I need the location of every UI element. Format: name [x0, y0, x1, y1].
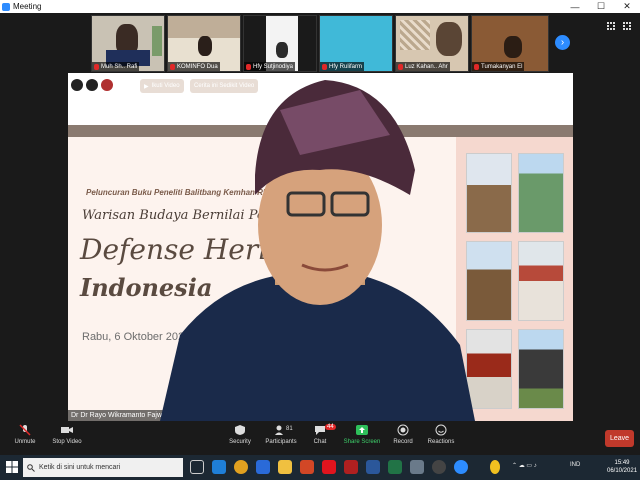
- maximize-button[interactable]: ☐: [588, 0, 614, 13]
- record-icon[interactable]: [101, 79, 113, 91]
- file-explorer-icon[interactable]: [278, 460, 292, 474]
- chat-badge: 44: [325, 424, 336, 430]
- muted-mic-icon: [322, 63, 327, 70]
- participant-thumbnail[interactable]: Tumakanyan El: [471, 15, 549, 72]
- taskbar-search-input[interactable]: Ketik di sini untuk mencari: [23, 458, 183, 477]
- windows-start-icon[interactable]: [6, 461, 18, 473]
- youtube-icon[interactable]: [322, 460, 336, 474]
- view-options[interactable]: [607, 22, 637, 34]
- leave-button[interactable]: Leave: [605, 430, 634, 447]
- share-screen-icon: [356, 425, 368, 435]
- zoom-taskbar-icon[interactable]: [432, 460, 446, 474]
- word-icon[interactable]: [366, 460, 380, 474]
- slide-control-icon[interactable]: [71, 79, 83, 91]
- heritage-photo: [518, 241, 564, 321]
- chrome-icon[interactable]: [234, 460, 248, 474]
- participant-name: Luz Kahan.. Ahr: [405, 63, 448, 70]
- video-camera-icon: [61, 427, 73, 433]
- participant-name: Tumakanyan El: [481, 63, 523, 70]
- reactions-button[interactable]: Reactions: [416, 424, 466, 454]
- participant-name: Hfy Sutjinodiya: [253, 63, 294, 70]
- acrobat-icon[interactable]: [344, 460, 358, 474]
- muted-mic-icon: [94, 63, 99, 70]
- next-page-icon[interactable]: ›: [555, 35, 570, 50]
- weather-icon: [490, 460, 500, 474]
- participant-name: Hfy Rulifarm: [329, 63, 363, 70]
- excel-icon[interactable]: [388, 460, 402, 474]
- windows-taskbar: Ketik di sini untuk mencari ⌃ ☁ ▭ ♪ IND …: [0, 455, 640, 480]
- muted-mic-icon: [474, 63, 479, 70]
- participant-strip: Muh Sh.. Rafi KOMINFO Dua Hfy Sutjinodiy…: [0, 13, 640, 72]
- close-button[interactable]: ✕: [614, 0, 640, 13]
- participant-thumbnail[interactable]: Luz Kahan.. Ahr: [395, 15, 469, 72]
- participant-name: Muh Sh.. Rafi: [101, 63, 138, 70]
- zoom-app-icon: [2, 2, 10, 11]
- slide-control-icon[interactable]: [86, 79, 98, 91]
- muted-mic-icon: [170, 63, 175, 70]
- more-icon[interactable]: [623, 22, 631, 30]
- edge-icon[interactable]: [212, 460, 226, 474]
- system-tray-icons[interactable]: ⌃ ☁ ▭ ♪: [512, 462, 537, 469]
- participant-thumbnail[interactable]: Hfy Sutjinodiya: [243, 15, 317, 72]
- speaker-video: [160, 80, 475, 421]
- smiley-icon: [435, 424, 447, 436]
- muted-mic-icon: [398, 63, 403, 70]
- language-indicator[interactable]: IND: [570, 462, 580, 468]
- window-title: Meeting: [13, 2, 42, 11]
- title-bar: Meeting — ☐ ✕: [0, 0, 640, 13]
- participant-thumbnail[interactable]: Hfy Rulifarm: [319, 15, 393, 72]
- participant-thumbnail[interactable]: KOMINFO Dua: [167, 15, 241, 72]
- participants-count: 81: [286, 426, 293, 432]
- powerpoint-icon[interactable]: [300, 460, 314, 474]
- muted-mic-icon: [246, 63, 251, 70]
- participant-thumbnail[interactable]: Muh Sh.. Rafi: [91, 15, 165, 72]
- meeting-toolbar: Unmute Stop Video Security 81 Participan…: [0, 421, 640, 455]
- muted-mic-icon: [19, 424, 31, 436]
- zoom-meeting-icon[interactable]: [454, 460, 468, 474]
- taskbar-clock[interactable]: 15:49 06/10/2021: [607, 459, 637, 475]
- photos-icon[interactable]: [410, 460, 424, 474]
- minimize-button[interactable]: —: [562, 0, 588, 13]
- record-icon: [397, 424, 409, 436]
- gallery-view-icon[interactable]: [607, 22, 615, 30]
- heritage-photo: [518, 153, 564, 233]
- participant-name: KOMINFO Dua: [177, 63, 218, 70]
- heritage-photo: [518, 329, 564, 409]
- store-icon[interactable]: [256, 460, 270, 474]
- stop-video-button[interactable]: Stop Video: [42, 424, 92, 454]
- task-view-icon[interactable]: [190, 460, 204, 474]
- search-icon: [27, 463, 35, 472]
- shield-icon: [235, 425, 245, 435]
